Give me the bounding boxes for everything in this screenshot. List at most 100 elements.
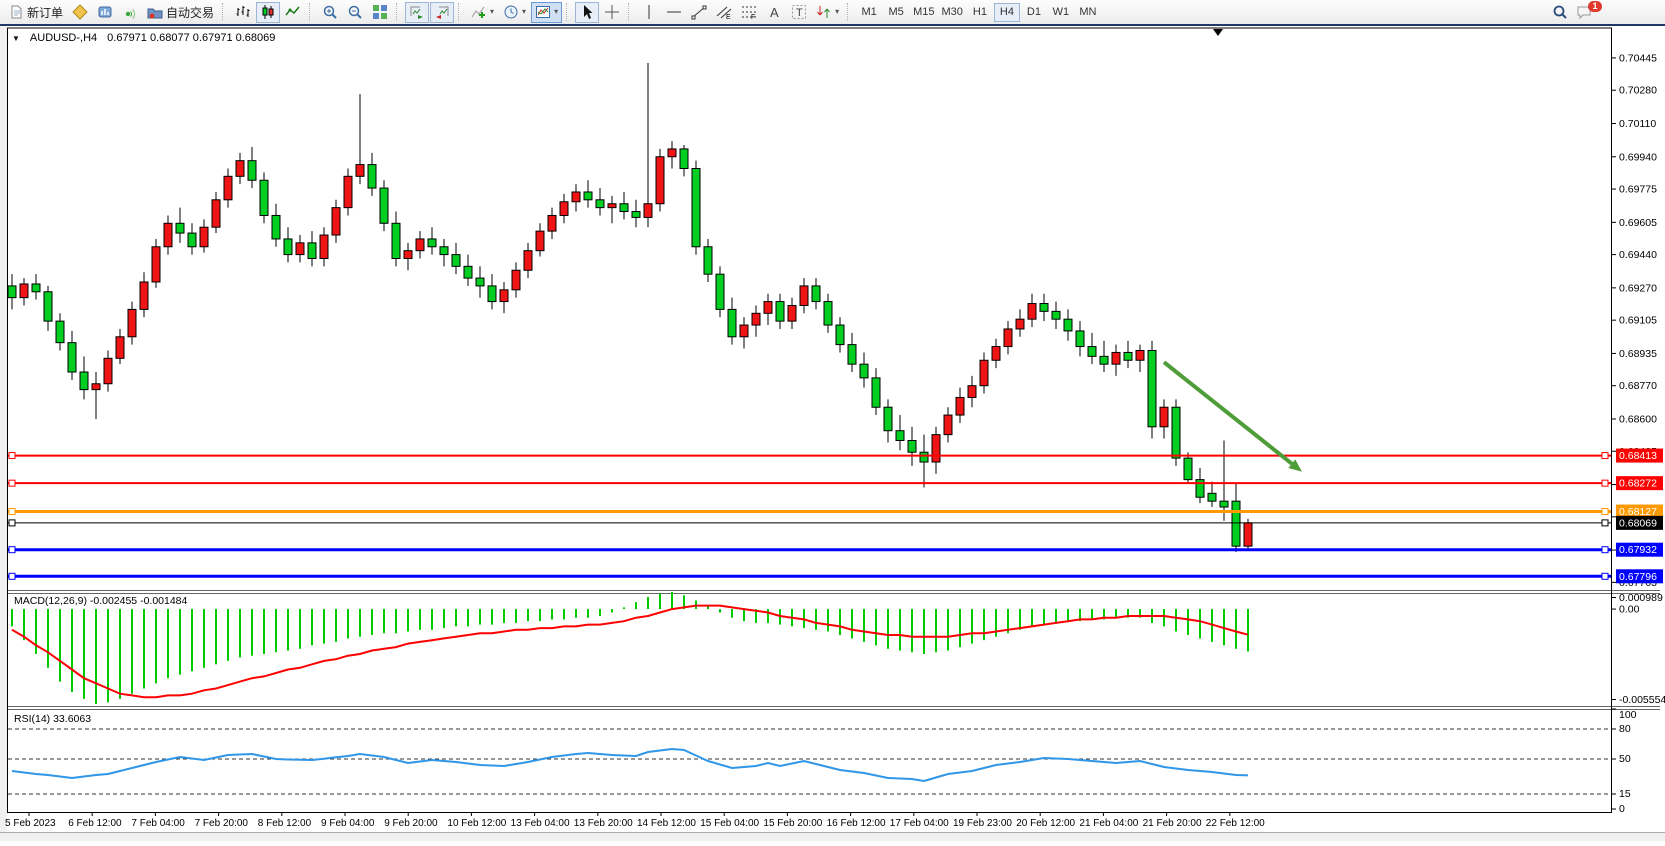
tile-windows-button[interactable] <box>368 2 392 23</box>
signal-icon <box>122 4 138 20</box>
rsi-panel: RSI(14) 33.60631008050150 <box>8 709 1637 815</box>
equidistant-channel-tool-button[interactable]: E <box>712 2 736 23</box>
svg-text:21 Feb 20:00: 21 Feb 20:00 <box>1143 818 1202 829</box>
svg-text:20 Feb 12:00: 20 Feb 12:00 <box>1016 818 1075 829</box>
signal-center-button[interactable] <box>118 2 142 23</box>
cursor-icon <box>579 4 595 20</box>
search-button[interactable] <box>1548 2 1572 23</box>
timeframe-button-M15[interactable]: M15 <box>910 3 937 22</box>
fibonacci-tool-button[interactable]: F <box>737 2 761 23</box>
svg-text:50: 50 <box>1619 753 1631 765</box>
toolbar-separator <box>458 3 463 21</box>
candlesticks <box>8 63 1252 552</box>
svg-text:0.70110: 0.70110 <box>1619 118 1656 130</box>
line-chart-button[interactable] <box>281 2 305 23</box>
timeframe-button-H4[interactable]: H4 <box>994 3 1020 22</box>
chevron-down-icon[interactable]: ▾ <box>835 8 839 16</box>
svg-text:21 Feb 04:00: 21 Feb 04:00 <box>1079 818 1138 829</box>
timeframe-button-M30[interactable]: M30 <box>939 3 966 22</box>
chevron-down-icon[interactable]: ▾ <box>554 8 558 16</box>
timeframe-button-M1[interactable]: M1 <box>856 3 882 22</box>
zoom-in-button[interactable] <box>318 2 342 23</box>
data-window-icon <box>97 4 113 20</box>
notification-badge: 1 <box>1588 1 1602 12</box>
svg-text:0.69440: 0.69440 <box>1619 249 1657 261</box>
trendline-tool-button[interactable] <box>687 2 711 23</box>
svg-text:0.70280: 0.70280 <box>1619 85 1657 97</box>
auto-trading-label: 自动交易 <box>166 4 214 21</box>
symbol-dropdown-icon[interactable]: ▼ <box>12 34 20 43</box>
timeframe-button-MN[interactable]: MN <box>1075 3 1101 22</box>
fibonacci-icon: F <box>741 4 757 20</box>
add-indicator-button[interactable]: ▾ <box>467 2 498 23</box>
cursor-tool-button[interactable] <box>575 2 599 23</box>
search-icon <box>1552 4 1568 20</box>
svg-text:0.67796: 0.67796 <box>1619 571 1657 583</box>
chevron-down-icon[interactable]: ▾ <box>490 8 494 16</box>
time-axis: 5 Feb 20236 Feb 12:007 Feb 04:007 Feb 20… <box>5 812 1265 829</box>
timeframe-button-W1[interactable]: W1 <box>1048 3 1074 22</box>
vertical-line-tool-button[interactable] <box>637 2 661 23</box>
svg-text:0.69270: 0.69270 <box>1619 282 1657 294</box>
data-window-button[interactable] <box>93 2 117 23</box>
chart-title-row: ▼ AUDUSD-,H4 0.67971 0.68077 0.67971 0.6… <box>12 32 275 44</box>
auto-trading-icon <box>147 4 163 20</box>
svg-text:0.68770: 0.68770 <box>1619 380 1657 392</box>
notifications-button[interactable]: 1 <box>1572 2 1613 23</box>
auto-trading-button[interactable]: 自动交易 <box>143 2 218 23</box>
timeframe-toolbar: M1M5M15M30H1H4D1W1MN <box>856 3 1101 22</box>
text-tool-button[interactable]: A <box>762 2 786 23</box>
templates-button[interactable]: ▾ <box>531 2 562 23</box>
svg-text:0.68413: 0.68413 <box>1619 450 1657 462</box>
bar-shift-marker[interactable] <box>1213 29 1223 36</box>
chart-symbol-title: AUDUSD-,H4 <box>30 32 97 44</box>
chart-window: ▼ AUDUSD-,H4 0.67971 0.68077 0.67971 0.6… <box>0 26 1665 841</box>
new-order-button[interactable]: 新订单 <box>4 2 67 23</box>
chart-canvas[interactable]: 0.704450.702800.701100.699400.697750.696… <box>0 26 1665 841</box>
horizontal-line-tool-button[interactable] <box>662 2 686 23</box>
svg-text:16 Feb 12:00: 16 Feb 12:00 <box>827 818 886 829</box>
quotes-button[interactable] <box>68 2 92 23</box>
chart-shift-button[interactable] <box>430 2 454 23</box>
crosshair-tool-button[interactable] <box>600 2 624 23</box>
candlestick-icon <box>260 4 276 20</box>
chart-shift-icon <box>434 4 450 20</box>
chart-border <box>8 28 1612 813</box>
crosshair-icon <box>604 4 620 20</box>
zoom-out-button[interactable] <box>343 2 367 23</box>
macd-signal-line <box>12 606 1248 698</box>
new-order-icon <box>8 4 24 20</box>
tile-windows-icon <box>372 4 388 20</box>
horizontal-line-icon <box>666 4 682 20</box>
vertical-line-icon <box>641 4 657 20</box>
svg-text:0.69775: 0.69775 <box>1619 184 1657 196</box>
ohlc-bars-icon <box>235 4 251 20</box>
svg-text:5 Feb 2023: 5 Feb 2023 <box>5 818 56 829</box>
svg-text:T: T <box>796 7 803 19</box>
add-indicator-icon <box>471 4 487 20</box>
timeframe-button-H1[interactable]: H1 <box>967 3 993 22</box>
svg-text:13 Feb 20:00: 13 Feb 20:00 <box>574 818 633 829</box>
svg-text:0.67932: 0.67932 <box>1619 544 1657 556</box>
svg-text:6 Feb 12:00: 6 Feb 12:00 <box>68 818 122 829</box>
periods-button[interactable]: ▾ <box>499 2 530 23</box>
macd-label: MACD(12,26,9) -0.002455 -0.001484 <box>14 595 188 607</box>
chart-ohlc-values: 0.67971 0.68077 0.67971 0.68069 <box>107 32 275 44</box>
svg-text:E: E <box>726 14 731 20</box>
timeframe-button-M5[interactable]: M5 <box>883 3 909 22</box>
clock-icon <box>503 4 519 20</box>
svg-text:A: A <box>770 5 779 20</box>
candlestick-chart-button[interactable] <box>256 2 280 23</box>
chevron-down-icon[interactable]: ▾ <box>522 8 526 16</box>
text-label-tool-button[interactable]: T <box>787 2 811 23</box>
arrows-tool-button[interactable]: ▾ <box>812 2 843 23</box>
svg-text:0.00: 0.00 <box>1619 604 1640 616</box>
arrows-icon <box>816 4 832 20</box>
svg-text:0.69105: 0.69105 <box>1619 315 1657 327</box>
timeframe-button-D1[interactable]: D1 <box>1021 3 1047 22</box>
svg-text:0.69605: 0.69605 <box>1619 217 1657 229</box>
gold-diamond-icon <box>72 4 88 20</box>
bar-chart-button[interactable] <box>231 2 255 23</box>
auto-scroll-button[interactable] <box>405 2 429 23</box>
template-chart-icon <box>535 4 551 20</box>
